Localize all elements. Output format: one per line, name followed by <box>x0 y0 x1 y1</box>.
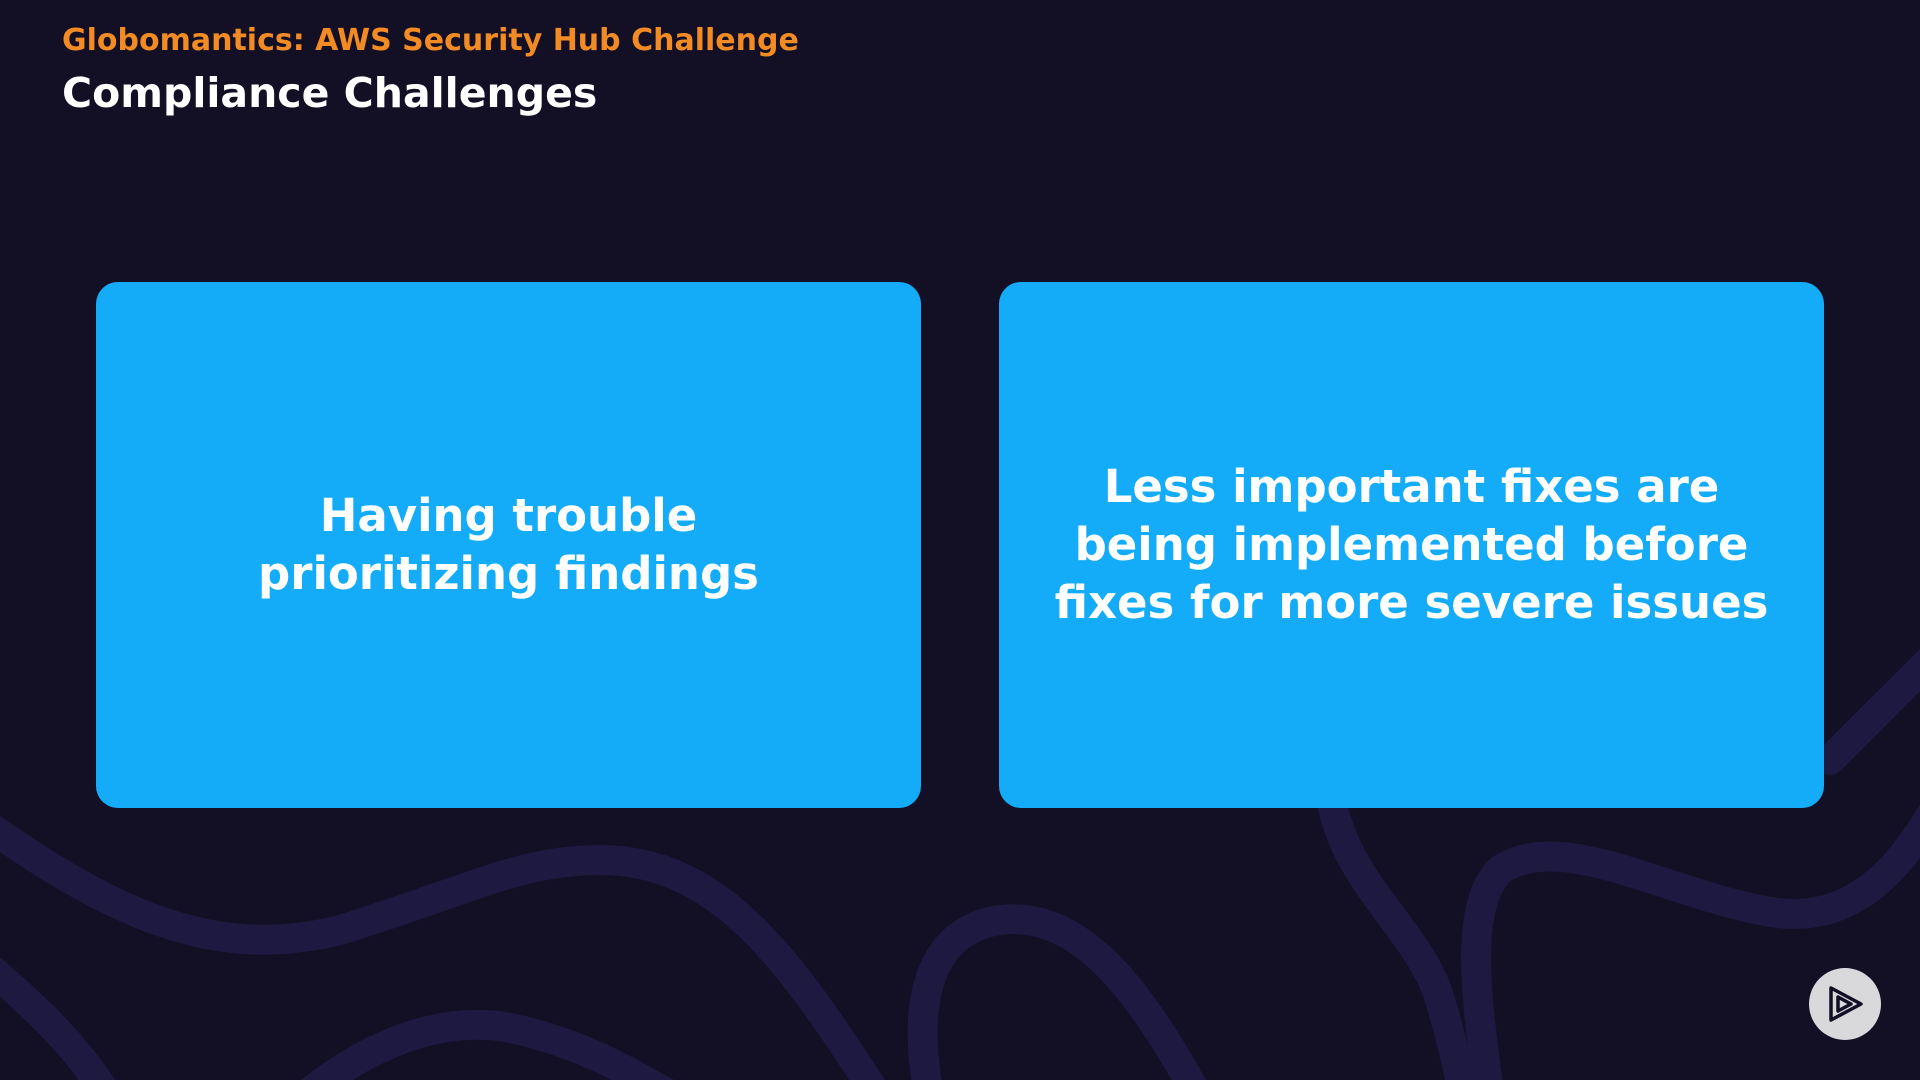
challenge-card-fix-order: Less important fixes are being implement… <box>999 282 1824 808</box>
challenge-card-text: Less important fixes are being implement… <box>1054 460 1769 629</box>
slide-header: Globomantics: AWS Security Hub Challenge… <box>62 20 799 118</box>
challenge-card-text: Having trouble prioritizing findings <box>258 489 759 600</box>
page-title: Compliance Challenges <box>62 69 598 117</box>
course-title: Globomantics: AWS Security Hub Challenge <box>62 23 799 58</box>
play-button[interactable] <box>1809 968 1881 1040</box>
play-logo-icon <box>1829 986 1863 1022</box>
challenge-card-prioritizing: Having trouble prioritizing findings <box>96 282 921 808</box>
